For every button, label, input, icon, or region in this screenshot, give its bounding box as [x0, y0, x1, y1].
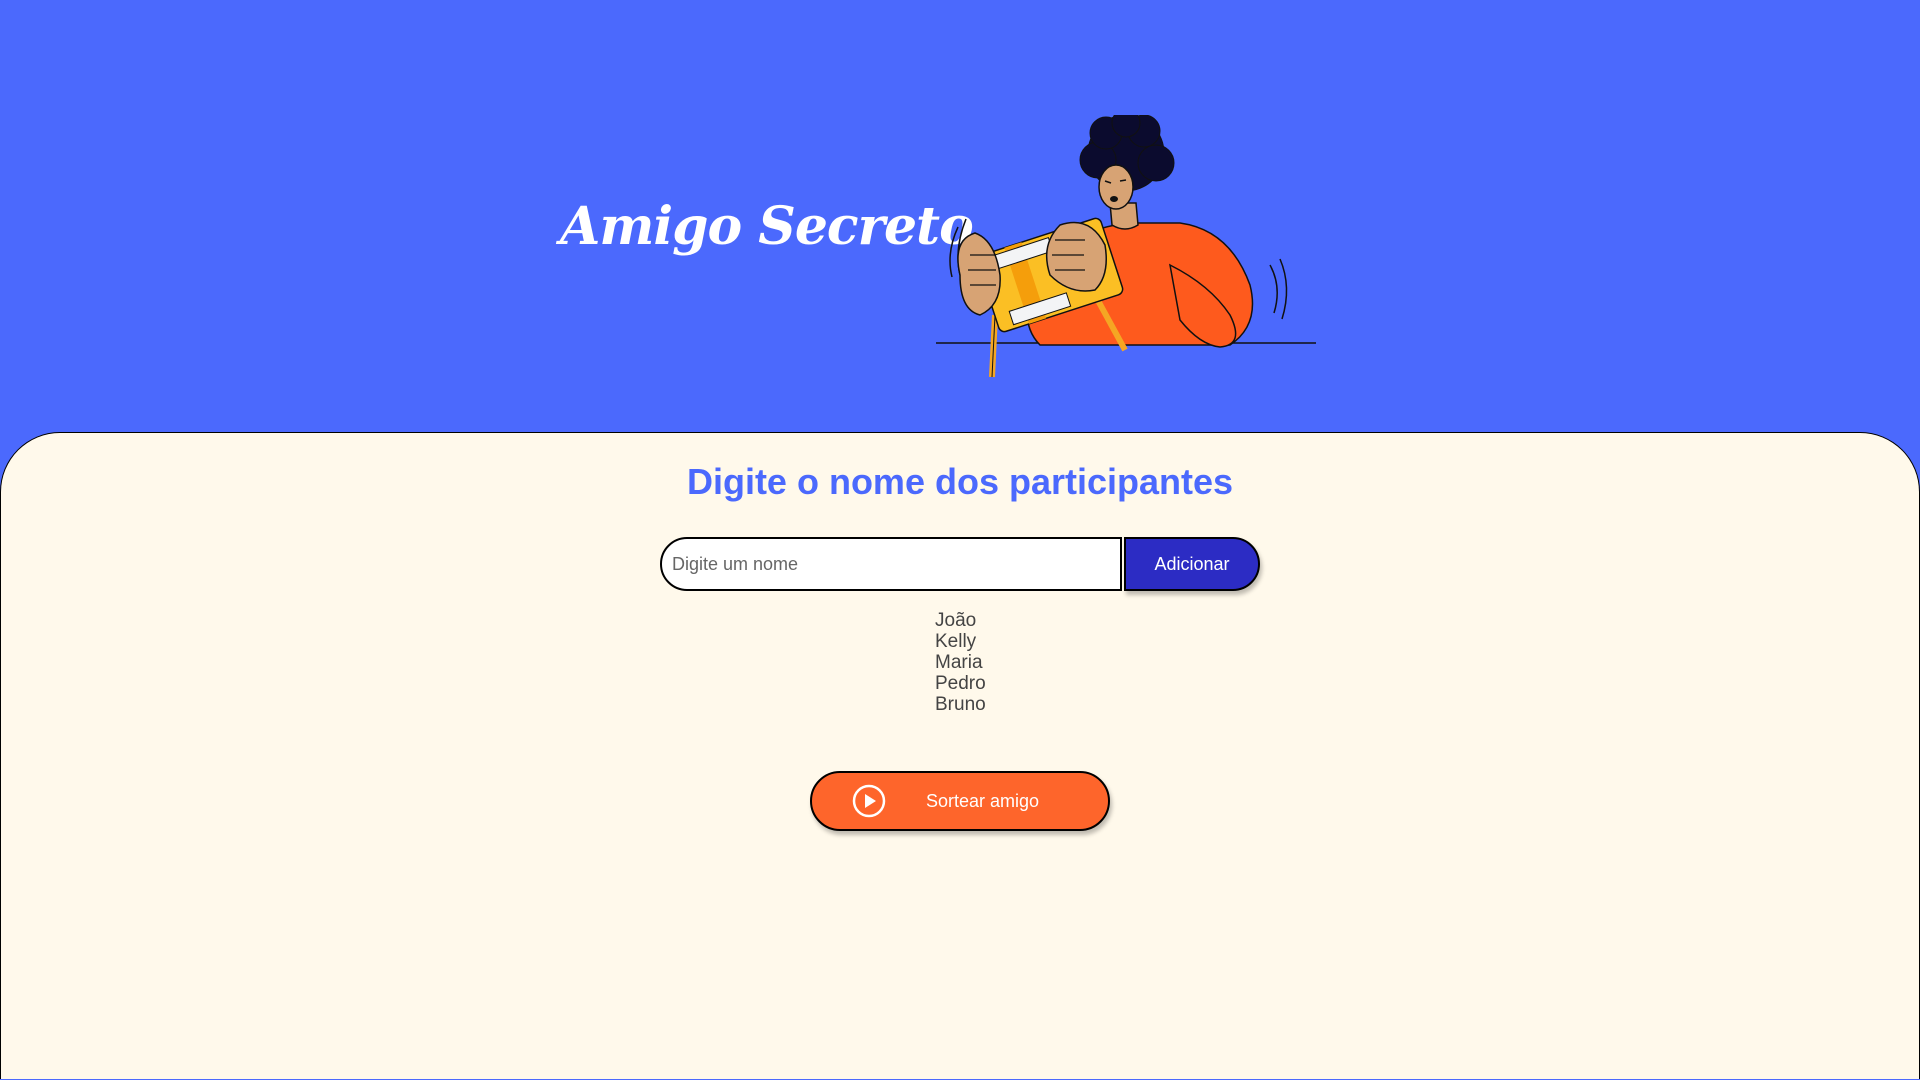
name-input[interactable]: [660, 537, 1122, 591]
section-subtitle: Digite o nome dos participantes: [686, 461, 1234, 502]
gift-box-illustration: [936, 115, 1316, 378]
list-item: João: [935, 610, 977, 631]
play-circle-icon: [852, 784, 886, 818]
list-item: Pedro: [935, 673, 986, 694]
page-title: Amigo Secreto: [560, 196, 974, 257]
draw-friend-button[interactable]: Sortear amigo: [810, 771, 1110, 831]
main-panel: [0, 432, 1920, 1079]
list-item: Kelly: [935, 631, 977, 652]
draw-button-label: Sortear amigo: [926, 791, 1040, 811]
add-button[interactable]: Adicionar: [1124, 537, 1260, 591]
list-item: Maria: [935, 652, 983, 673]
header: Amigo Secreto: [0, 0, 1920, 440]
add-participant-form: Adicionar: [660, 537, 1260, 591]
participants-list: João Kelly Maria Pedro Bruno: [935, 610, 986, 715]
list-item: Bruno: [935, 694, 986, 715]
